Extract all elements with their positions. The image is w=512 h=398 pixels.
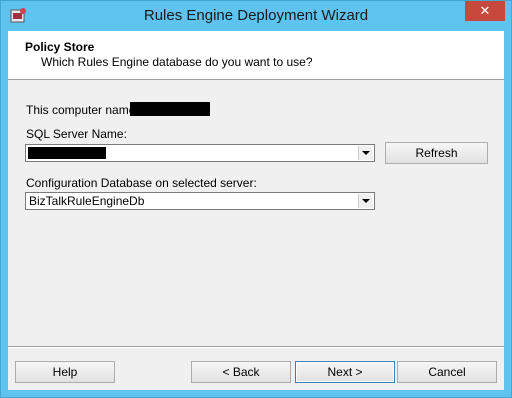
page-subtitle: Which Rules Engine database do you want … [41, 55, 313, 69]
footer-divider [8, 346, 504, 348]
refresh-button[interactable]: Refresh [385, 142, 488, 164]
redacted-computer-name [130, 102, 210, 116]
chevron-down-icon [362, 151, 370, 155]
close-icon: ✕ [479, 3, 491, 18]
wizard-client-area: Policy Store Which Rules Engine database… [8, 31, 504, 390]
help-button[interactable]: Help [15, 361, 115, 383]
config-db-value: BizTalkRuleEngineDb [29, 194, 145, 208]
next-button[interactable]: Next > [295, 361, 395, 383]
back-button[interactable]: < Back [191, 361, 291, 383]
cancel-button[interactable]: Cancel [397, 361, 497, 383]
page-title: Policy Store [25, 40, 95, 54]
sql-server-dropdown-button[interactable] [358, 146, 373, 160]
wizard-window: Rules Engine Deployment Wizard ✕ Policy … [0, 0, 512, 398]
sql-server-label: SQL Server Name: [26, 127, 127, 141]
config-db-dropdown-button[interactable] [358, 194, 373, 208]
window-title: Rules Engine Deployment Wizard [143, 7, 369, 24]
config-db-label: Configuration Database on selected serve… [26, 176, 257, 190]
computer-name-label: This computer name: [26, 103, 139, 117]
config-db-combobox[interactable]: BizTalkRuleEngineDb [25, 192, 375, 210]
sql-server-combobox[interactable] [25, 144, 375, 162]
wizard-header: Policy Store Which Rules Engine database… [8, 31, 504, 80]
title-bar[interactable]: Rules Engine Deployment Wizard ✕ [1, 1, 511, 31]
redacted-sql-server-name [28, 147, 106, 159]
chevron-down-icon [362, 199, 370, 203]
close-button[interactable]: ✕ [465, 1, 505, 21]
